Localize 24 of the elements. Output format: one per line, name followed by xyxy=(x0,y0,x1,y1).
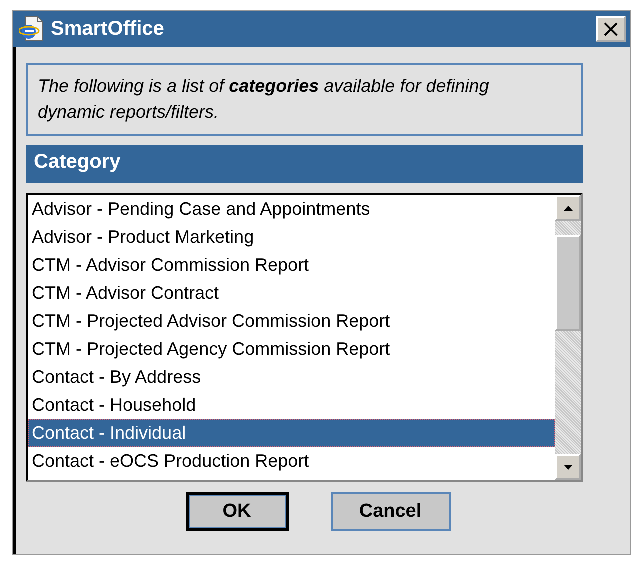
scroll-down-button[interactable] xyxy=(555,454,581,480)
scroll-up-button[interactable] xyxy=(555,195,581,221)
list-item[interactable]: Contact - Household xyxy=(28,391,555,419)
list-item[interactable]: CTM - Projected Advisor Commission Report xyxy=(28,307,555,335)
close-button[interactable]: × xyxy=(596,16,626,42)
list-item[interactable]: Contact - Individual xyxy=(28,419,555,447)
document-icon xyxy=(19,15,45,43)
category-list[interactable] xyxy=(26,193,583,482)
list-header: Category xyxy=(26,145,583,183)
list-item[interactable]: CTM - Advisor Commission Report xyxy=(28,251,555,279)
description-text: The following is a list of categories available for defining dynamic reports/filters. xyxy=(26,63,583,136)
dialog-button[interactable]: Cancel xyxy=(330,492,450,531)
list-item[interactable]: Contact - eOCS Production Report xyxy=(28,447,555,475)
up-arrow-icon xyxy=(564,206,572,210)
scroll-thumb[interactable] xyxy=(555,235,581,331)
down-arrow-icon xyxy=(564,464,572,470)
list-item[interactable]: Advisor - Pending Case and Appointments xyxy=(28,195,555,223)
list-item[interactable]: CTM - Advisor Contract xyxy=(28,279,555,307)
scrollbar[interactable] xyxy=(555,195,581,480)
window-title: SmartOffice xyxy=(51,18,166,40)
list-item[interactable]: CTM - Projected Agency Commission Report xyxy=(28,335,555,363)
list-item[interactable]: Contact - By Address xyxy=(28,363,555,391)
dialog-button[interactable]: OK xyxy=(186,492,288,531)
list-item[interactable]: Advisor - Product Marketing xyxy=(28,223,555,251)
